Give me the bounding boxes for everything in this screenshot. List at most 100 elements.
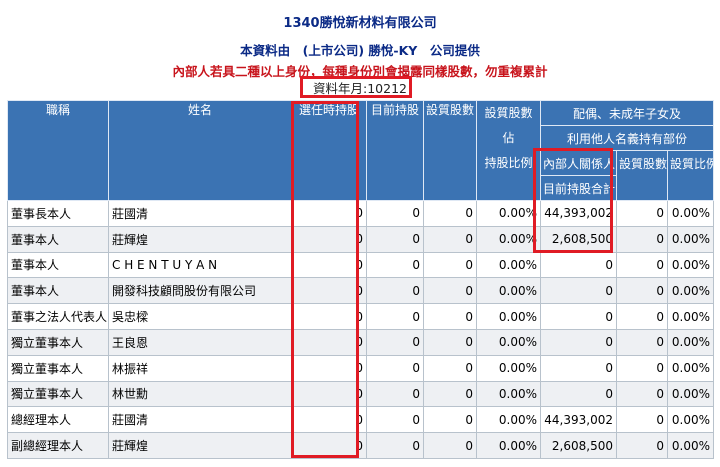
- cell-current-shares: 0: [366, 432, 424, 459]
- company-title: 1340勝悅新材料有限公司: [283, 16, 437, 31]
- table-row: 董事本人 開發科技顧問股份有限公司 0 0 0 0.00% 0 0 0.00%: [7, 277, 714, 305]
- cell-spouse-pledged: 0: [616, 277, 668, 305]
- table-row: 董事之法人代表人 吳忠樑 0 0 0 0.00% 0 0 0.00%: [7, 303, 714, 330]
- cell-title: 副總經理本人: [7, 432, 109, 459]
- cell-related-total: 0: [540, 328, 617, 356]
- col-pledged-ratio-l1: 設質股數佔: [484, 106, 533, 145]
- cell-spouse-ratio: 0.00%: [667, 225, 714, 253]
- cell-spouse-ratio: 0.00%: [667, 380, 714, 408]
- col-current-shares: 目前持股: [366, 100, 424, 201]
- table-row: 副總經理本人 莊輝煌 0 0 0 0.00% 2,608,500 0 0.00%: [7, 432, 714, 459]
- cell-pledged-shares: 0: [423, 225, 477, 253]
- cell-title: 董事長本人: [7, 200, 109, 227]
- table-row: 總經理本人 莊國清 0 0 0 0.00% 44,393,002 0 0.00%: [7, 406, 714, 434]
- cell-pledged-ratio: 0.00%: [476, 225, 541, 253]
- date-label: 資料年月:10212: [313, 81, 407, 96]
- cell-current-shares: 0: [366, 200, 424, 227]
- cell-pledged-shares: 0: [423, 328, 477, 356]
- cell-current-shares: 0: [366, 380, 424, 408]
- cell-name: 開發科技顧問股份有限公司: [108, 277, 292, 305]
- cell-spouse-ratio: 0.00%: [667, 200, 714, 227]
- cell-current-shares: 0: [366, 251, 424, 279]
- cell-spouse-ratio: 0.00%: [667, 303, 714, 330]
- cell-pledged-ratio: 0.00%: [476, 277, 541, 305]
- cell-pledged-ratio: 0.00%: [476, 200, 541, 227]
- cell-elected-shares: 0: [291, 200, 367, 227]
- cell-name: 莊輝煌: [108, 225, 292, 253]
- cell-pledged-shares: 0: [423, 432, 477, 459]
- cell-elected-shares: 0: [291, 354, 367, 382]
- cell-related-total: 44,393,002: [540, 406, 617, 434]
- cell-current-shares: 0: [366, 406, 424, 434]
- table-row: 董事本人 C H E N T U Y A N 0 0 0 0.00% 0 0 0.00%: [7, 251, 714, 279]
- cell-spouse-pledged: 0: [616, 303, 668, 330]
- cell-pledged-ratio: 0.00%: [476, 380, 541, 408]
- cell-related-total: 0: [540, 303, 617, 330]
- cell-title: 獨立董事本人: [7, 328, 109, 356]
- cell-pledged-ratio: 0.00%: [476, 432, 541, 459]
- cell-elected-shares: 0: [291, 251, 367, 279]
- cell-pledged-ratio: 0.00%: [476, 406, 541, 434]
- cell-related-total: 0: [540, 251, 617, 279]
- cell-pledged-shares: 0: [423, 303, 477, 330]
- cell-pledged-shares: 0: [423, 380, 477, 408]
- cell-pledged-shares: 0: [423, 200, 477, 227]
- col-name: 姓名: [108, 100, 292, 201]
- cell-spouse-ratio: 0.00%: [667, 406, 714, 434]
- cell-spouse-pledged: 0: [616, 380, 668, 408]
- table-row: 獨立董事本人 王良恩 0 0 0 0.00% 0 0 0.00%: [7, 328, 714, 356]
- cell-name: 吳忠樑: [108, 303, 292, 330]
- col-spouse-ratio: 設質比例: [667, 150, 714, 201]
- cell-pledged-ratio: 0.00%: [476, 251, 541, 279]
- cell-related-total: 2,608,500: [540, 432, 617, 459]
- cell-elected-shares: 0: [291, 225, 367, 253]
- cell-spouse-pledged: 0: [616, 432, 668, 459]
- cell-pledged-ratio: 0.00%: [476, 354, 541, 382]
- cell-related-total: 0: [540, 277, 617, 305]
- cell-spouse-pledged: 0: [616, 225, 668, 253]
- cell-pledged-shares: 0: [423, 277, 477, 305]
- cell-spouse-pledged: 0: [616, 406, 668, 434]
- cell-name: 莊輝煌: [108, 432, 292, 459]
- cell-title: 獨立董事本人: [7, 354, 109, 382]
- cell-current-shares: 0: [366, 277, 424, 305]
- cell-current-shares: 0: [366, 354, 424, 382]
- cell-pledged-ratio: 0.00%: [476, 328, 541, 356]
- cell-elected-shares: 0: [291, 328, 367, 356]
- col-spouse-group-l1: 配偶、未成年子女及: [540, 100, 714, 126]
- col-title: 職稱: [7, 100, 109, 201]
- col-spouse-group-l2: 利用他人名義持有部份: [540, 125, 714, 151]
- cell-spouse-pledged: 0: [616, 200, 668, 227]
- table-row: 獨立董事本人 林世勳 0 0 0 0.00% 0 0 0.00%: [7, 380, 714, 408]
- col-related-total-l2: 目前持股合計: [540, 175, 617, 201]
- cell-related-total: 44,393,002: [540, 200, 617, 227]
- table-row: 董事長本人 莊國清 0 0 0 0.00% 44,393,002 0 0.00%: [7, 200, 714, 227]
- insider-holdings-table: 職稱 姓名 選任時持股 目前持股 設質股數 設質股數佔 持股比例 配偶、未成年子…: [7, 100, 714, 459]
- cell-name: 王良恩: [108, 328, 292, 356]
- cell-elected-shares: 0: [291, 277, 367, 305]
- col-pledged-ratio: 設質股數佔 持股比例: [476, 100, 541, 201]
- cell-spouse-ratio: 0.00%: [667, 251, 714, 279]
- cell-spouse-ratio: 0.00%: [667, 328, 714, 356]
- cell-pledged-shares: 0: [423, 251, 477, 279]
- cell-spouse-ratio: 0.00%: [667, 432, 714, 459]
- cell-pledged-shares: 0: [423, 406, 477, 434]
- col-pledged-shares: 設質股數: [423, 100, 477, 201]
- table-row: 獨立董事本人 林振祥 0 0 0 0.00% 0 0 0.00%: [7, 354, 714, 382]
- cell-spouse-ratio: 0.00%: [667, 354, 714, 382]
- cell-current-shares: 0: [366, 303, 424, 330]
- cell-current-shares: 0: [366, 328, 424, 356]
- cell-title: 董事之法人代表人: [7, 303, 109, 330]
- cell-title: 董事本人: [7, 277, 109, 305]
- cell-related-total: 2,608,500: [540, 225, 617, 253]
- cell-elected-shares: 0: [291, 380, 367, 408]
- cell-spouse-pledged: 0: [616, 354, 668, 382]
- cell-name: C H E N T U Y A N: [108, 251, 292, 279]
- cell-spouse-pledged: 0: [616, 328, 668, 356]
- cell-name: 莊國清: [108, 406, 292, 434]
- cell-title: 董事本人: [7, 225, 109, 253]
- col-related-total-l1: 內部人關係人: [540, 150, 617, 176]
- cell-current-shares: 0: [366, 225, 424, 253]
- cell-title: 董事本人: [7, 251, 109, 279]
- cell-name: 林振祥: [108, 354, 292, 382]
